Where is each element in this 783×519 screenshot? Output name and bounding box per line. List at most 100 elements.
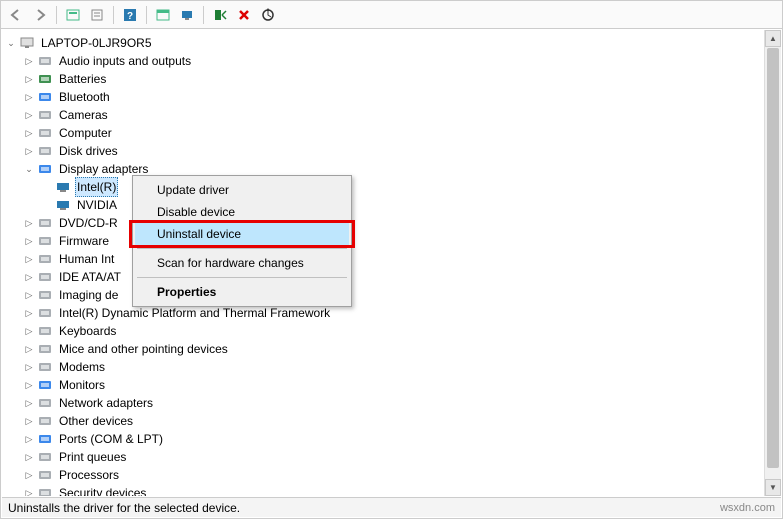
tree-category[interactable]: ▷ Modems [4, 358, 779, 376]
tree-category-label: Ports (COM & LPT) [57, 430, 165, 448]
update-driver-button[interactable] [176, 4, 198, 26]
tree-category[interactable]: ▷ Network adapters [4, 394, 779, 412]
expand-icon[interactable]: ▷ [22, 396, 36, 410]
context-menu-item[interactable]: Uninstall device [135, 223, 349, 245]
device-category-icon [37, 161, 53, 177]
uninstall-button[interactable] [233, 4, 255, 26]
tree-category[interactable]: ▷ DVD/CD-R [4, 214, 779, 232]
tree-category-label: Bluetooth [57, 88, 112, 106]
tree-device[interactable]: NVIDIA [4, 196, 779, 214]
device-category-icon [37, 89, 53, 105]
tree-category[interactable]: ▷ Monitors [4, 376, 779, 394]
context-menu-separator [137, 248, 347, 249]
show-hidden-button[interactable] [62, 4, 84, 26]
tree-category[interactable]: ▷ Imaging de [4, 286, 779, 304]
forward-button[interactable] [29, 4, 51, 26]
svg-text:?: ? [127, 11, 133, 22]
properties-button[interactable] [86, 4, 108, 26]
tree-device[interactable]: Intel(R) [4, 178, 779, 196]
expand-icon[interactable]: ▷ [22, 216, 36, 230]
device-category-icon [37, 287, 53, 303]
expand-icon[interactable]: ▷ [22, 432, 36, 446]
context-menu-item[interactable]: Properties [135, 281, 349, 303]
display-adapter-icon [55, 179, 71, 195]
tree-category-label: Monitors [57, 376, 107, 394]
context-menu-item[interactable]: Disable device [135, 201, 349, 223]
device-context-menu: Update driverDisable deviceUninstall dev… [132, 175, 352, 307]
tree-category[interactable]: ▷ Bluetooth [4, 88, 779, 106]
tree-category[interactable]: ⌄Display adapters [4, 160, 779, 178]
vertical-scrollbar[interactable]: ▲ ▼ [764, 30, 781, 496]
expand-icon[interactable]: ▷ [22, 288, 36, 302]
tree-root[interactable]: ⌄LAPTOP-0LJR9OR5 [4, 34, 779, 52]
expand-icon[interactable]: ▷ [22, 270, 36, 284]
collapse-icon[interactable]: ⌄ [22, 162, 36, 176]
tree-category[interactable]: ▷ Audio inputs and outputs [4, 52, 779, 70]
tree-category-label: Network adapters [57, 394, 155, 412]
tree-category[interactable]: ▷IDE ATA/AT [4, 268, 779, 286]
tree-category[interactable]: ▷Other devices [4, 412, 779, 430]
device-category-icon [37, 269, 53, 285]
scan-button[interactable] [257, 4, 279, 26]
tree-category-label: DVD/CD-R [57, 214, 120, 232]
tree-category[interactable]: ▷ Mice and other pointing devices [4, 340, 779, 358]
context-menu-item[interactable]: Update driver [135, 179, 349, 201]
scroll-up-button[interactable]: ▲ [765, 30, 781, 47]
tree-category-label: Imaging de [57, 286, 120, 304]
expand-icon[interactable]: ▷ [22, 486, 36, 496]
tree-category[interactable]: ▷Human Int [4, 250, 779, 268]
tree-category-label: Audio inputs and outputs [57, 52, 193, 70]
tree-category-label: Mice and other pointing devices [57, 340, 230, 358]
tree-category-label: Security devices [57, 484, 148, 496]
expand-icon[interactable]: ▷ [22, 378, 36, 392]
tree-category[interactable]: ▷Batteries [4, 70, 779, 88]
expand-icon[interactable]: ▷ [22, 306, 36, 320]
expand-icon[interactable]: ▷ [22, 360, 36, 374]
expand-icon[interactable]: ▷ [22, 468, 36, 482]
tree-category-label: Firmware [57, 232, 111, 250]
expand-icon[interactable]: ▷ [22, 324, 36, 338]
collapse-icon[interactable]: ⌄ [4, 36, 18, 50]
tree-category-label: Print queues [57, 448, 128, 466]
tree-device-label: Intel(R) [75, 177, 118, 197]
expand-icon[interactable]: ▷ [22, 144, 36, 158]
tree-category[interactable]: ▷Keyboards [4, 322, 779, 340]
tree-category[interactable]: ▷ Print queues [4, 448, 779, 466]
tree-category[interactable]: ▷ Processors [4, 466, 779, 484]
toolbar-separator [203, 6, 204, 24]
expand-icon[interactable]: ▷ [22, 252, 36, 266]
device-category-icon [37, 305, 53, 321]
toolbar-action-button[interactable] [152, 4, 174, 26]
expand-icon[interactable]: ▷ [22, 234, 36, 248]
context-menu-separator [137, 277, 347, 278]
tree-category-label: Processors [57, 466, 121, 484]
scroll-down-button[interactable]: ▼ [765, 479, 781, 496]
expand-icon[interactable]: ▷ [22, 108, 36, 122]
tree-category[interactable]: ▷Intel(R) Dynamic Platform and Thermal F… [4, 304, 779, 322]
tree-category[interactable]: ▷ Security devices [4, 484, 779, 496]
expand-icon[interactable]: ▷ [22, 414, 36, 428]
tree-category-label: Disk drives [57, 142, 120, 160]
context-menu-item[interactable]: Scan for hardware changes [135, 252, 349, 274]
tree-category-label: Modems [57, 358, 107, 376]
expand-icon[interactable]: ▷ [22, 90, 36, 104]
tree-category[interactable]: ▷ Ports (COM & LPT) [4, 430, 779, 448]
display-adapter-icon [55, 197, 71, 213]
status-text: Uninstalls the driver for the selected d… [8, 501, 240, 515]
expand-icon[interactable]: ▷ [22, 342, 36, 356]
expand-icon[interactable]: ▷ [22, 72, 36, 86]
tree-category[interactable]: ▷Cameras [4, 106, 779, 124]
help-button[interactable]: ? [119, 4, 141, 26]
device-category-icon [37, 413, 53, 429]
device-category-icon [37, 233, 53, 249]
scrollbar-thumb[interactable] [767, 48, 779, 468]
tree-category[interactable]: ▷Computer [4, 124, 779, 142]
enable-button[interactable] [209, 4, 231, 26]
expand-icon[interactable]: ▷ [22, 450, 36, 464]
tree-category[interactable]: ▷ Disk drives [4, 142, 779, 160]
expand-icon[interactable]: ▷ [22, 126, 36, 140]
device-category-icon [37, 359, 53, 375]
expand-icon[interactable]: ▷ [22, 54, 36, 68]
tree-category[interactable]: ▷ Firmware [4, 232, 779, 250]
back-button[interactable] [5, 4, 27, 26]
